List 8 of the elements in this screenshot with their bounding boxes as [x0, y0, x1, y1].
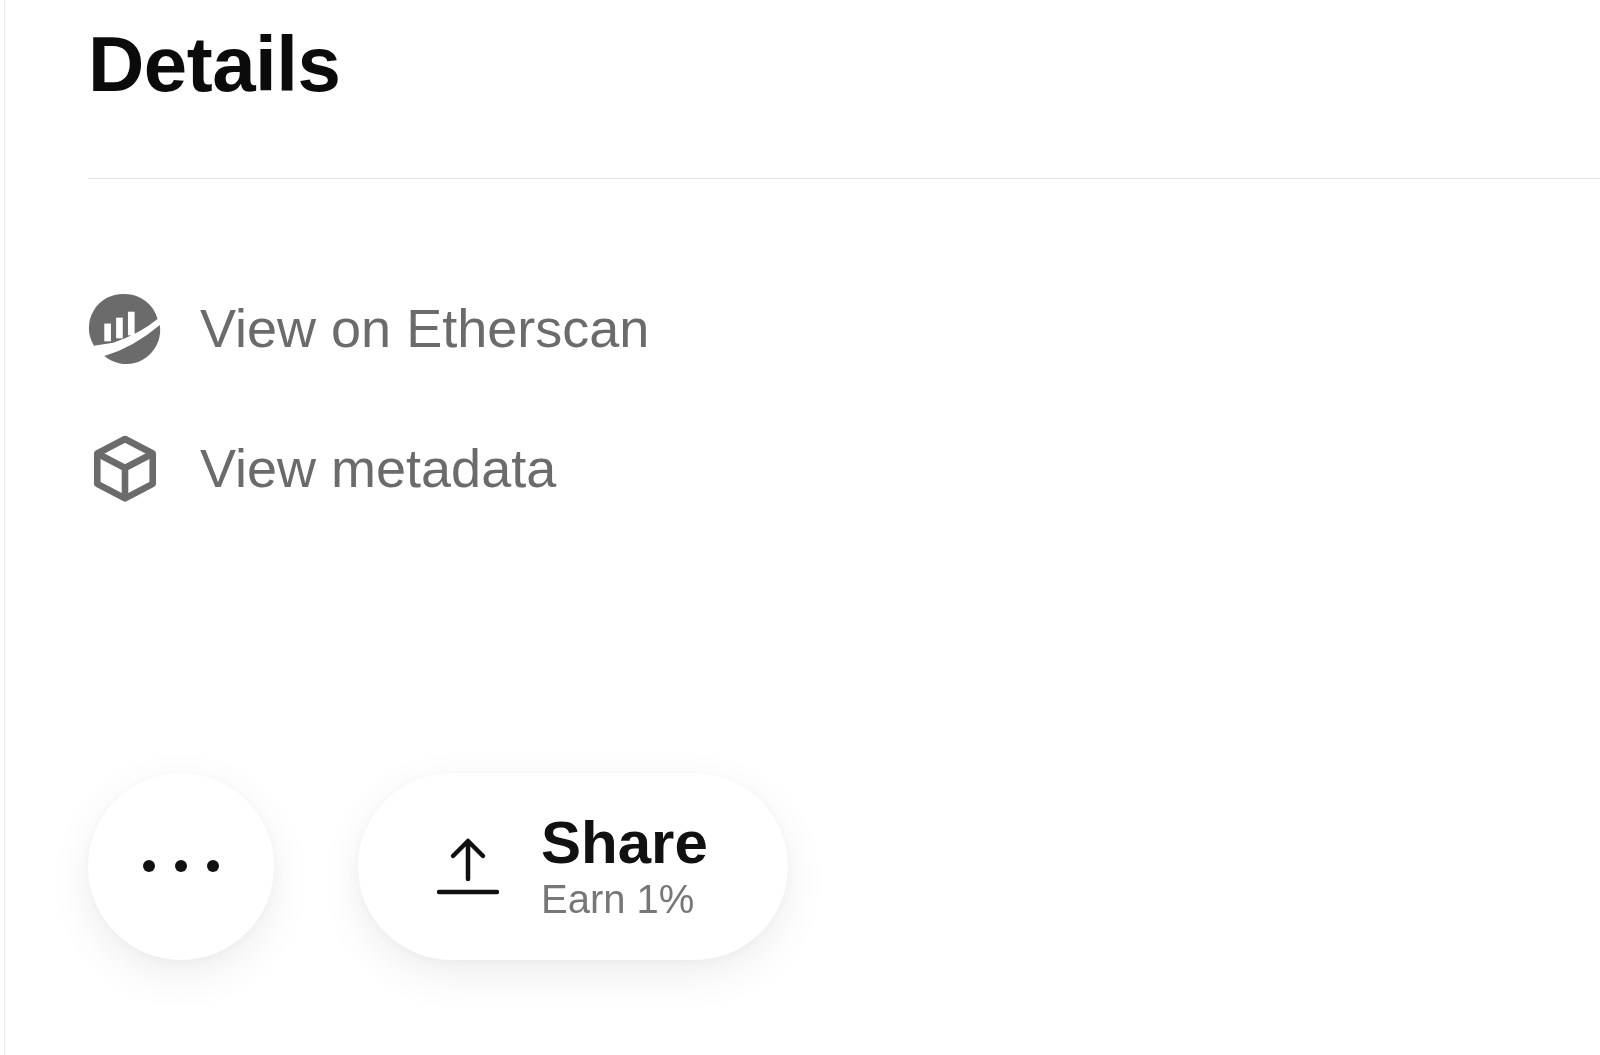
- details-heading: Details: [88, 20, 342, 110]
- share-label: Share: [541, 810, 708, 877]
- metadata-link[interactable]: View metadata: [88, 430, 557, 505]
- etherscan-link[interactable]: View on Etherscan: [88, 290, 650, 365]
- upload-icon: [437, 837, 499, 896]
- earn-label: Earn 1%: [541, 876, 695, 923]
- more-icon: [143, 860, 219, 873]
- share-button[interactable]: Share Earn 1%: [358, 772, 788, 960]
